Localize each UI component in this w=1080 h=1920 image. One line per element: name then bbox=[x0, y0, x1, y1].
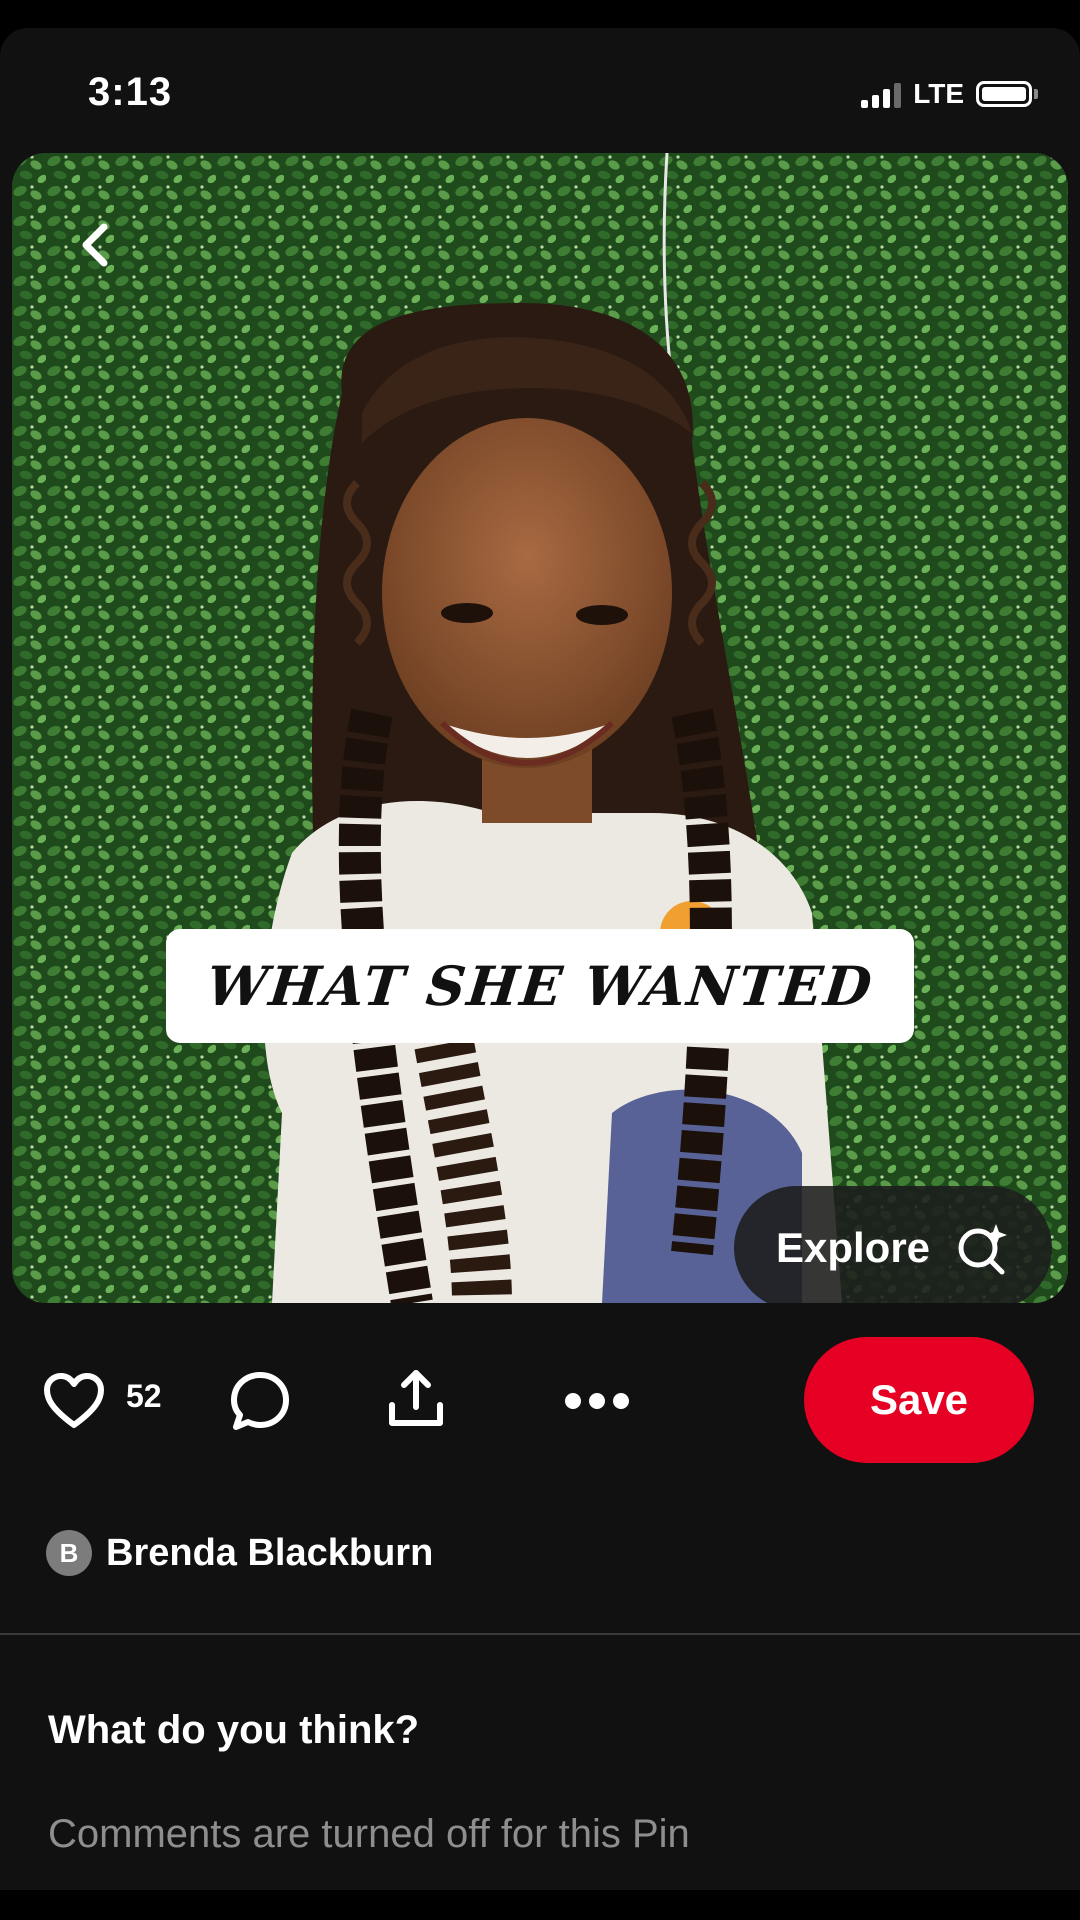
save-button[interactable]: Save bbox=[804, 1337, 1034, 1463]
pin-image[interactable]: What she wanted Explore bbox=[12, 153, 1068, 1303]
more-button[interactable] bbox=[564, 1383, 630, 1419]
pin-detail-screen: 3:13 LTE WHAT SHE WANTED Explore 52 Save… bbox=[0, 28, 1080, 1890]
sparkle-search-icon bbox=[958, 1224, 1008, 1275]
comment-icon bbox=[231, 1372, 289, 1430]
explore-button[interactable]: Explore bbox=[734, 1186, 1052, 1303]
like-button[interactable] bbox=[42, 1371, 106, 1431]
share-icon bbox=[389, 1370, 443, 1426]
network-label: LTE bbox=[913, 78, 964, 109]
pin-caption-overlay: What she wanted bbox=[166, 929, 914, 1043]
explore-label: Explore bbox=[775, 1224, 931, 1271]
signal-icon bbox=[861, 80, 902, 108]
battery-icon bbox=[976, 81, 1038, 107]
photo-of-girl-with-braids bbox=[12, 153, 1068, 1303]
action-bar: 52 Save bbox=[0, 1333, 1080, 1463]
comments-heading: What do you think? bbox=[48, 1708, 420, 1752]
author-name: Brenda Blackburn bbox=[106, 1531, 434, 1574]
comments-disabled-notice: Comments are turned off for this Pin bbox=[48, 1812, 690, 1856]
like-count: 52 bbox=[126, 1378, 162, 1414]
more-horizontal-icon bbox=[565, 1393, 629, 1409]
author-link[interactable]: B Brenda Blackburn bbox=[46, 1530, 433, 1576]
avatar: B bbox=[46, 1530, 92, 1576]
comment-button[interactable] bbox=[228, 1369, 292, 1433]
share-button[interactable] bbox=[384, 1367, 448, 1431]
chevron-left-icon bbox=[82, 223, 108, 267]
heart-icon bbox=[44, 1373, 104, 1428]
status-bar: 3:13 LTE bbox=[0, 28, 1080, 158]
status-indicators: LTE bbox=[861, 78, 1038, 110]
pin-caption: What she wanted bbox=[203, 954, 877, 1018]
back-button[interactable] bbox=[56, 205, 136, 285]
divider bbox=[0, 1633, 1080, 1635]
status-time: 3:13 bbox=[88, 70, 173, 114]
